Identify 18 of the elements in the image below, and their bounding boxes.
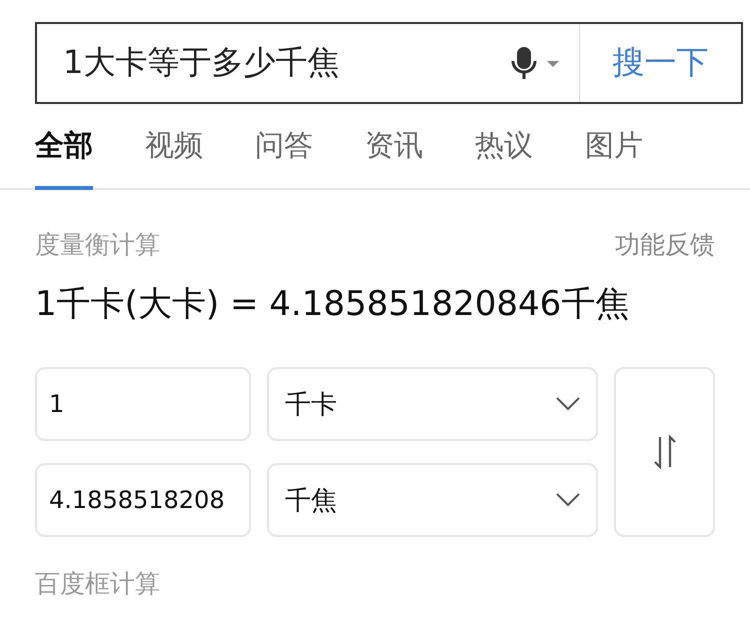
chevron-down-icon xyxy=(556,397,580,411)
unit-select[interactable]: 千焦 xyxy=(267,463,598,537)
unit-select[interactable]: 千卡 xyxy=(267,367,598,441)
value-field[interactable]: 4.1858518208 xyxy=(35,463,251,537)
chevron-down-icon xyxy=(556,493,580,507)
card-title: 度量衡计算 xyxy=(35,229,160,261)
tab[interactable]: 问答 xyxy=(255,126,313,190)
conversion-result: 1千卡(大卡) = 4.185851820846千焦 xyxy=(35,283,630,326)
feedback-link[interactable]: 功能反馈 xyxy=(615,228,715,261)
tab[interactable]: 图片 xyxy=(585,126,643,190)
tab[interactable]: 视频 xyxy=(145,126,203,190)
tab[interactable]: 热议 xyxy=(475,126,533,190)
source-label: 百度框计算 xyxy=(35,568,161,600)
search-field[interactable]: 1大卡等于多少千焦 搜一下 xyxy=(35,22,743,104)
tab[interactable]: 全部 xyxy=(35,126,93,190)
swap-arrows-icon xyxy=(654,435,676,469)
value-field[interactable]: 1 xyxy=(35,367,251,441)
tab[interactable]: 资讯 xyxy=(365,126,423,190)
